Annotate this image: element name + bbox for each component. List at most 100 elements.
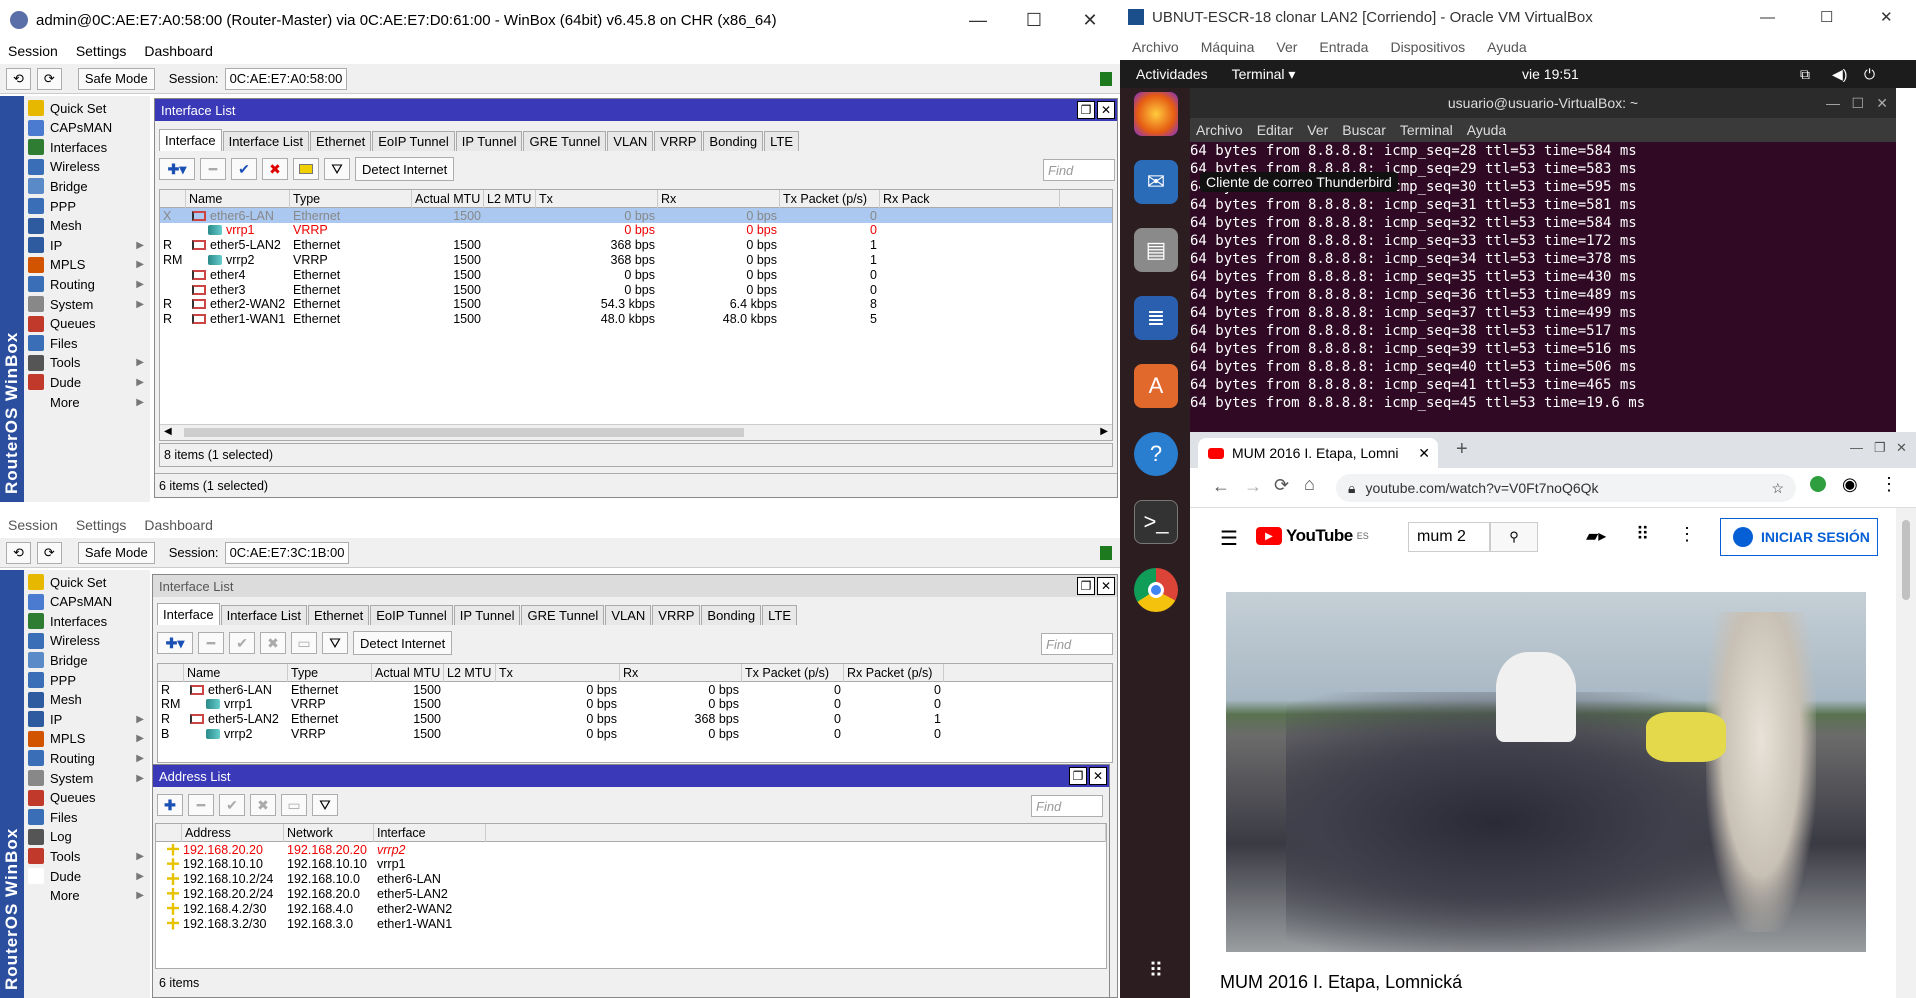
table-row[interactable]: 192.168.20.2/24 192.168.20.0 ether5-LAN2	[156, 886, 1106, 901]
menu-icon[interactable]: ⋮	[1880, 474, 1898, 495]
column-header[interactable]: Rx	[620, 664, 742, 682]
video-player[interactable]	[1226, 592, 1866, 952]
writer-icon[interactable]: ≣	[1134, 296, 1178, 340]
column-header[interactable]: Actual MTU	[372, 664, 444, 682]
vbox-menu-entrada[interactable]: Entrada	[1319, 39, 1368, 55]
table-row[interactable]: Rether6-LAN Ethernet 1500 0 bps 0 bps 0 0	[158, 682, 1112, 697]
table-row[interactable]: Rether5-LAN2 Ethernet 1500 368 bps 0 bps 1	[160, 238, 1112, 253]
term-menu-ayuda[interactable]: Ayuda	[1467, 122, 1506, 138]
column-header[interactable]	[486, 824, 1106, 842]
column-header[interactable]: Address	[182, 824, 284, 842]
column-header[interactable]: Rx Packet (p/s)	[844, 664, 944, 682]
close-button[interactable]: ✕	[1062, 0, 1118, 40]
terminal-icon[interactable]: >_	[1134, 500, 1178, 544]
detect-internet-button[interactable]: Detect Internet	[355, 157, 455, 181]
maximize-button[interactable]: ☐	[1006, 0, 1062, 40]
enable-button[interactable]: ✔	[229, 632, 255, 654]
menu-session[interactable]: Session	[8, 43, 58, 59]
column-header[interactable]: Actual MTU	[412, 190, 484, 208]
term-menu-buscar[interactable]: Buscar	[1342, 122, 1386, 138]
extension-icon[interactable]	[1810, 476, 1826, 492]
settings-dots-icon[interactable]: ⋮	[1678, 524, 1696, 545]
tab-vrrp[interactable]: VRRP	[652, 605, 701, 625]
undo-button[interactable]: ⟲	[6, 67, 31, 90]
table-row[interactable]: Rether1-WAN1 Ethernet 1500 48.0 kbps 48.0 kb…	[160, 312, 1112, 327]
column-header[interactable]: Type	[290, 190, 412, 208]
column-header[interactable]: Tx Packet (p/s)	[780, 190, 880, 208]
tab-vlan[interactable]: VLAN	[607, 131, 654, 151]
horizontal-scrollbar[interactable]: ◀ ▶	[160, 424, 1112, 440]
files-icon[interactable]: ▤	[1134, 228, 1178, 272]
close-icon[interactable]: ✕	[1089, 767, 1107, 785]
menu-session[interactable]: Session	[8, 517, 58, 533]
add-button[interactable]: ✚	[157, 794, 183, 816]
minimize-button[interactable]: —	[1826, 95, 1840, 111]
search-icon[interactable]: ⚲	[1490, 522, 1538, 552]
comment-button[interactable]: ▭	[291, 632, 317, 654]
enable-button[interactable]: ✔	[231, 158, 257, 180]
sidebar-item-more[interactable]: More ▶	[26, 884, 148, 908]
minimize-button[interactable]: —	[1760, 9, 1775, 26]
search-input[interactable]: mum 2	[1408, 522, 1490, 552]
close-icon[interactable]: ✕	[1097, 101, 1115, 119]
firefox-icon[interactable]	[1134, 92, 1178, 136]
menu-settings[interactable]: Settings	[76, 517, 127, 533]
help-icon[interactable]: ?	[1134, 432, 1178, 476]
tab-lte[interactable]: LTE	[764, 131, 800, 151]
vbox-menu-dispositivos[interactable]: Dispositivos	[1390, 39, 1465, 55]
add-button[interactable]: ✚▾	[159, 158, 195, 180]
power-icon[interactable]: ⏻	[1864, 66, 1875, 83]
term-menu-terminal[interactable]: Terminal	[1400, 122, 1453, 138]
column-header[interactable]: Type	[288, 664, 372, 682]
column-header[interactable]: Tx	[496, 664, 620, 682]
table-row[interactable]: Xether6-LAN Ethernet 1500 0 bps 0 bps 0	[160, 208, 1112, 223]
column-header[interactable]: Tx Packet (p/s)	[742, 664, 844, 682]
minimize-button[interactable]: —	[950, 0, 1006, 40]
tab-interface[interactable]: Interface	[159, 129, 222, 151]
tab-interface-list[interactable]: Interface List	[220, 605, 308, 625]
table-row[interactable]: vrrp1 VRRP 0 bps 0 bps 0	[160, 223, 1112, 238]
tab-close-icon[interactable]: ✕	[1418, 445, 1430, 462]
remove-button[interactable]: ━	[188, 794, 214, 816]
add-button[interactable]: ✚▾	[157, 632, 193, 654]
hamburger-icon[interactable]: ☰	[1220, 526, 1238, 551]
menu-settings[interactable]: Settings	[76, 43, 127, 59]
chrome-tab[interactable]: MUM 2016 I. Etapa, Lomni ✕	[1198, 438, 1438, 468]
create-video-icon[interactable]: ▰▸	[1586, 526, 1606, 546]
tab-bonding[interactable]: Bonding	[701, 605, 762, 625]
table-row[interactable]: 192.168.4.2/30 192.168.4.0 ether2-WAN2	[156, 901, 1106, 916]
table-row[interactable]: 192.168.10.2/24 192.168.10.0 ether6-LAN	[156, 872, 1106, 887]
column-header[interactable]: Name	[186, 190, 290, 208]
sidebar-item-more[interactable]: More ▶	[26, 390, 148, 414]
column-header[interactable]: L2 MTU	[444, 664, 496, 682]
remove-button[interactable]: ━	[200, 158, 226, 180]
forward-icon[interactable]: →	[1244, 476, 1262, 497]
close-button[interactable]: ✕	[1880, 8, 1893, 26]
software-icon[interactable]: A	[1134, 364, 1178, 408]
undo-button[interactable]: ⟲	[6, 541, 31, 564]
apps-grid-icon[interactable]: ⠿	[1636, 524, 1649, 545]
tab-eoip-tunnel[interactable]: EoIP Tunnel	[370, 605, 453, 625]
safe-mode-button[interactable]: Safe Mode	[77, 67, 155, 90]
menu-dashboard[interactable]: Dashboard	[144, 43, 213, 59]
find-input[interactable]: Find	[1043, 159, 1115, 181]
column-header[interactable]: Rx Pack	[880, 190, 1060, 208]
comment-button[interactable]	[293, 158, 319, 180]
table-row[interactable]: 192.168.20.20 192.168.20.20 vrrp2	[156, 842, 1106, 857]
find-input[interactable]: Find	[1031, 795, 1103, 817]
find-input[interactable]: Find	[1041, 633, 1113, 655]
filter-button[interactable]: ⛛	[324, 158, 350, 180]
session-field[interactable]: 0C:AE:E7:A0:58:00	[224, 67, 348, 90]
clock[interactable]: vie 19:51	[1522, 66, 1579, 82]
tab-gre-tunnel[interactable]: GRE Tunnel	[521, 605, 605, 625]
vbox-menu-archivo[interactable]: Archivo	[1132, 39, 1179, 55]
address-bar[interactable]: 🔒︎ youtube.com/watch?v=V0Ft7noQ6Qk ☆	[1336, 474, 1796, 502]
home-icon[interactable]: ⌂	[1304, 474, 1315, 495]
tab-lte[interactable]: LTE	[762, 605, 798, 625]
show-apps-icon[interactable]: ⠿	[1134, 948, 1178, 992]
tab-vrrp[interactable]: VRRP	[654, 131, 703, 151]
terminal-app-menu[interactable]: Terminal ▾	[1232, 66, 1296, 83]
column-header[interactable]: Rx	[658, 190, 780, 208]
new-tab-button[interactable]: +	[1456, 438, 1468, 461]
tab-ip-tunnel[interactable]: IP Tunnel	[453, 605, 521, 625]
